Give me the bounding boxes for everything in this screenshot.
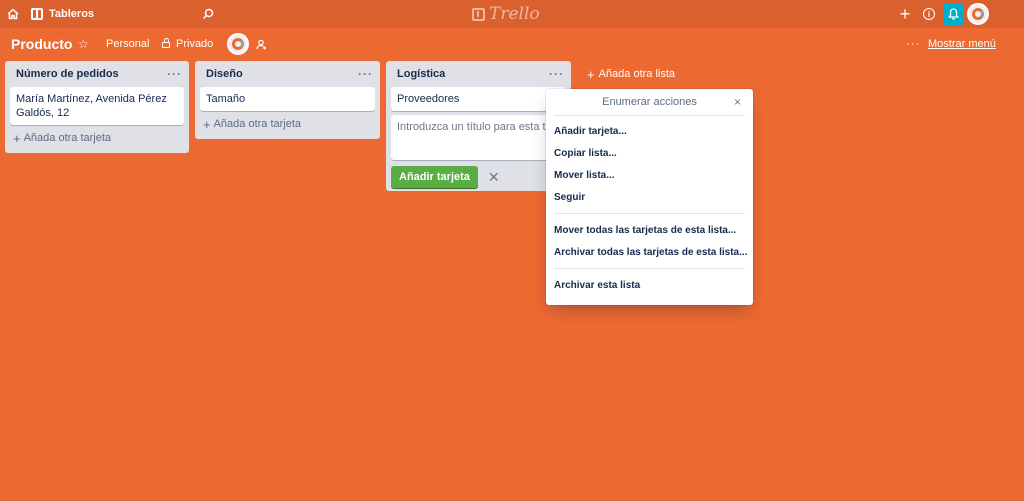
visibility-label: Privado <box>176 38 214 50</box>
add-card-submit-button[interactable]: Añadir tarjeta <box>391 166 478 188</box>
list-menu-icon[interactable]: ··· <box>167 67 182 81</box>
list-title[interactable]: Diseño <box>206 68 243 80</box>
menu-item-move-all-cards[interactable]: Mover todas las tarjetas de esta lista..… <box>546 219 753 241</box>
add-card-button[interactable]: + Añada otra tarjeta <box>195 111 380 137</box>
list-title[interactable]: Número de pedidos <box>16 68 119 80</box>
team-button[interactable]: Personal <box>106 32 149 56</box>
popover-header: Enumerar acciones × <box>554 89 745 116</box>
member-avatar[interactable] <box>227 32 249 56</box>
menu-dots-icon: ··· <box>906 38 920 50</box>
show-menu-label: Mostrar menú <box>928 38 996 50</box>
board-header: Producto ☆ Personal Privado ··· Mostrar … <box>0 32 1024 56</box>
add-card-label: Añada otra tarjeta <box>213 118 302 130</box>
visibility-button[interactable]: Privado <box>162 32 213 56</box>
show-menu-button[interactable]: ··· Mostrar menú <box>906 32 996 56</box>
popover-title: Enumerar acciones <box>602 96 697 108</box>
composer-actions: Añadir tarjeta ✕ <box>391 166 571 188</box>
list-menu-icon[interactable]: ··· <box>358 67 373 81</box>
list-header[interactable]: Logística ··· <box>386 61 571 87</box>
logo-text: Trello <box>489 4 540 24</box>
plus-icon: + <box>203 116 211 132</box>
add-card-button[interactable]: + Añada otra tarjeta <box>5 125 189 151</box>
star-icon[interactable]: ☆ <box>78 32 89 56</box>
search-icon[interactable] <box>201 0 215 28</box>
menu-item-add-card[interactable]: Añadir tarjeta... <box>546 120 753 142</box>
menu-item-move-list[interactable]: Mover lista... <box>546 164 753 186</box>
plus-icon: + <box>13 130 21 146</box>
card[interactable]: Proveedores <box>391 87 566 111</box>
list-menu-icon[interactable]: ··· <box>549 67 564 81</box>
boards-button[interactable]: Tableros <box>31 0 94 28</box>
close-icon[interactable]: ✕ <box>488 169 500 186</box>
menu-item-archive-all-cards[interactable]: Archivar todas las tarjetas de esta list… <box>546 241 753 263</box>
invite-icon[interactable] <box>256 32 267 56</box>
avatar-icon <box>227 33 249 55</box>
list-header[interactable]: Diseño ··· <box>195 61 380 87</box>
info-icon[interactable]: i <box>922 0 936 28</box>
list-title[interactable]: Logística <box>397 68 445 80</box>
plus-icon[interactable]: + <box>898 0 912 28</box>
top-navigation-bar: Tableros Trello + i <box>0 0 1024 28</box>
list-numero-de-pedidos: Número de pedidos ··· María Martínez, Av… <box>5 61 189 153</box>
lock-icon <box>162 38 170 48</box>
boards-icon <box>31 8 43 20</box>
home-icon[interactable] <box>6 0 20 28</box>
divider <box>554 268 745 269</box>
list-logistica: Logística ··· Proveedores Introduzca un … <box>386 61 571 191</box>
divider <box>554 213 745 214</box>
trello-logo-icon <box>472 7 485 21</box>
list-diseno: Diseño ··· Tamaño + Añada otra tarjeta <box>195 61 380 139</box>
board-title[interactable]: Producto <box>11 32 72 56</box>
avatar-icon <box>967 3 989 25</box>
close-icon[interactable]: × <box>734 95 741 109</box>
add-list-label: Añada otra lista <box>598 68 676 80</box>
list-actions-popover: Enumerar acciones × Añadir tarjeta... Co… <box>546 89 753 305</box>
boards-label: Tableros <box>49 8 95 20</box>
user-avatar[interactable] <box>967 3 989 25</box>
menu-item-archive-list[interactable]: Archivar esta lista <box>546 274 753 296</box>
menu-item-follow[interactable]: Seguir <box>546 186 753 208</box>
card-title-input[interactable]: Introduzca un título para esta tarjeta… <box>391 115 566 160</box>
add-list-button[interactable]: + Añada otra lista <box>587 61 675 87</box>
card[interactable]: Tamaño <box>200 87 375 111</box>
plus-icon: + <box>587 66 595 82</box>
list-header[interactable]: Número de pedidos ··· <box>5 61 189 87</box>
add-card-label: Añada otra tarjeta <box>23 132 112 144</box>
card[interactable]: María Martínez, Avenida Pérez Galdós, 12 <box>10 87 184 125</box>
bell-icon[interactable] <box>943 3 963 25</box>
menu-item-copy-list[interactable]: Copiar lista... <box>546 142 753 164</box>
trello-logo[interactable]: Trello <box>472 0 540 28</box>
